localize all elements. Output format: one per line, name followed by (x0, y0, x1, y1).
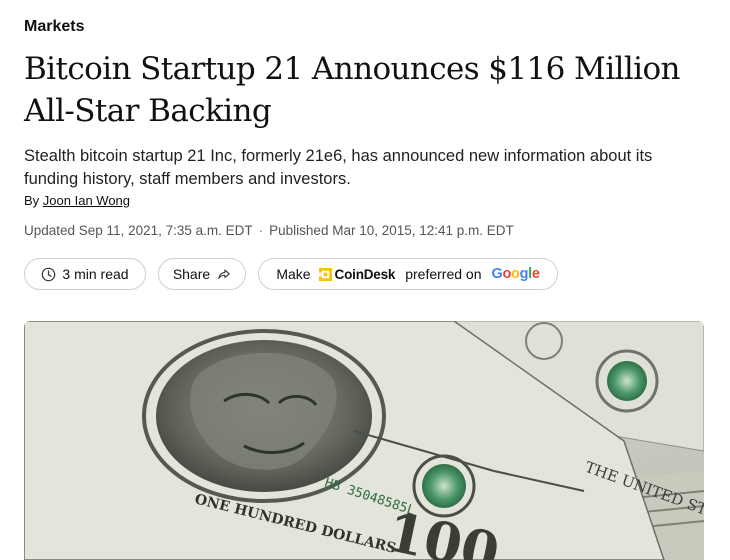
read-time-badge: 3 min read (24, 258, 146, 290)
google-letter: e (531, 266, 540, 282)
preferred-on-label: preferred on (405, 266, 482, 282)
article-dates: Updated Sep 11, 2021, 7:35 a.m. EDT · Publ… (24, 223, 514, 238)
article-dek: Stealth bitcoin startup 21 Inc, formerly… (24, 147, 653, 188)
author-link[interactable]: Joon Ian Wong (43, 193, 130, 208)
coindesk-logo-icon (318, 267, 332, 281)
coindesk-wordmark: CoinDesk (334, 266, 396, 282)
hundred-dollar-bills-illustration: THE UNITED STATES OF AMERICA HB 35048585… (24, 321, 704, 560)
section-label[interactable]: Markets (24, 18, 84, 36)
article-headline: Bitcoin Startup 21 Announces $116 Millio… (24, 51, 680, 129)
google-wordmark: Google (492, 266, 540, 282)
google-letter: g (519, 266, 529, 282)
google-letter: o (502, 266, 512, 282)
google-letter: o (511, 266, 520, 282)
byline: By Joon Ian Wong (24, 193, 130, 208)
share-label: Share (172, 266, 211, 282)
coindesk-logo: CoinDesk (318, 266, 396, 282)
byline-prefix: By (24, 193, 40, 208)
make-label: Make (276, 266, 311, 282)
hero-image: THE UNITED STATES OF AMERICA HB 35048585… (24, 321, 704, 560)
read-time-label: 3 min read (62, 266, 129, 282)
published-date: Published Mar 10, 2015, 12:41 p.m. EDT (269, 223, 514, 238)
updated-date: Updated Sep 11, 2021, 7:35 a.m. EDT (24, 223, 253, 238)
share-arrow-icon (218, 269, 230, 279)
google-letter: G (491, 266, 503, 282)
clock-icon (42, 267, 56, 281)
google-preferred-source-button[interactable]: Make CoinDesk preferred on Google (258, 258, 558, 290)
date-separator: · (258, 223, 264, 238)
share-button[interactable]: Share (158, 258, 246, 290)
